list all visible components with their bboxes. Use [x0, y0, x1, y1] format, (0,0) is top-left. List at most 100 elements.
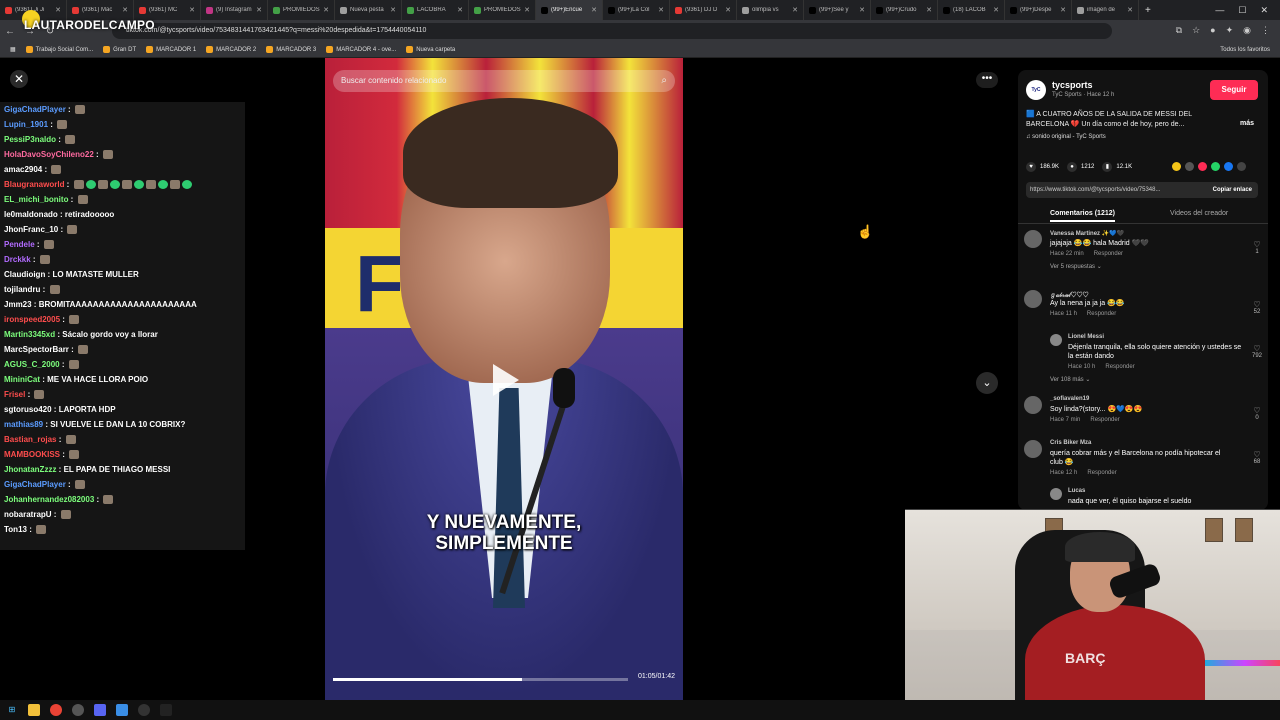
copy-link-button[interactable]: Copiar enlace	[1213, 182, 1252, 198]
chat-username[interactable]: AGUS_C_2000	[4, 360, 60, 369]
embed-icon[interactable]	[1185, 162, 1194, 171]
close-tab-icon[interactable]: ✕	[323, 6, 329, 14]
comment-author[interactable]: Lionel Messi	[1068, 334, 1104, 340]
comment-avatar[interactable]	[1024, 440, 1042, 458]
more-link[interactable]: más	[1240, 120, 1254, 127]
chat-username[interactable]: EL_michi_bonito	[4, 195, 68, 204]
app-icon[interactable]	[116, 704, 128, 716]
chat-username[interactable]: JhonFranc_10	[4, 225, 58, 234]
browser-tab[interactable]: (99+)Despe ✕	[1005, 0, 1072, 20]
comment-like-button[interactable]: ♡ 0	[1250, 406, 1264, 421]
bookmark-item[interactable]: Trabajo Social Com...	[25, 46, 93, 53]
reply-button[interactable]: Responder	[1094, 251, 1123, 257]
share-arrow-icon[interactable]	[1237, 162, 1246, 171]
browser-tab[interactable]: (99+)See y ✕	[804, 0, 871, 20]
chat-username[interactable]: GigaChadPlayer	[4, 480, 66, 489]
app-icon[interactable]	[160, 704, 172, 716]
new-tab-icon[interactable]: +	[1139, 5, 1157, 16]
chat-username[interactable]: amac2904	[4, 165, 42, 174]
chevron-down-icon[interactable]: ⌄	[976, 372, 998, 394]
extension-icon[interactable]: ●	[1210, 25, 1215, 36]
back-icon[interactable]: ←	[0, 26, 20, 37]
chat-username[interactable]: Bastian_rojas	[4, 435, 56, 444]
minimize-icon[interactable]: —	[1215, 5, 1224, 16]
chat-username[interactable]: Martin3345xd	[4, 330, 55, 339]
discord-icon[interactable]	[94, 704, 106, 716]
chat-username[interactable]: nobaratrapU	[4, 510, 52, 519]
chrome-icon[interactable]	[50, 704, 62, 716]
comment-avatar[interactable]	[1024, 230, 1042, 248]
close-icon[interactable]: ✕	[10, 70, 28, 88]
chat-username[interactable]: Blaugranaworld	[4, 180, 64, 189]
comment-author[interactable]: Vanessa Martinez ✨💙🖤	[1050, 230, 1124, 237]
video-progress-bar[interactable]	[333, 678, 628, 681]
comment-avatar[interactable]	[1024, 396, 1042, 414]
chat-username[interactable]: tojilandru	[4, 285, 40, 294]
browser-tab[interactable]: Nueva pesta ✕	[335, 0, 402, 20]
close-tab-icon[interactable]: ✕	[524, 6, 530, 14]
chat-username[interactable]: Lupin_1901	[4, 120, 48, 129]
tab-comments[interactable]: Comentarios (1212)	[1050, 210, 1115, 222]
close-tab-icon[interactable]: ✕	[457, 6, 463, 14]
comment-avatar[interactable]	[1050, 488, 1062, 500]
browser-tab[interactable]: olimpia vs ✕	[737, 0, 804, 20]
obs-icon[interactable]	[138, 704, 150, 716]
view-replies-link[interactable]: Ver 5 respuestas ⌄	[1050, 263, 1102, 270]
more-options-icon[interactable]: •••	[976, 72, 998, 88]
comment-author[interactable]: _sofiavalen19	[1050, 396, 1089, 402]
close-tab-icon[interactable]: ✕	[725, 6, 731, 14]
browser-tab[interactable]: imagen de ✕	[1072, 0, 1139, 20]
close-tab-icon[interactable]: ✕	[658, 6, 664, 14]
facebook-icon[interactable]	[1224, 162, 1233, 171]
account-name[interactable]: tycsports	[1052, 80, 1093, 90]
browser-tab[interactable]: (18) LACOB ✕	[938, 0, 1005, 20]
all-bookmarks[interactable]: Todos los favoritos	[1220, 47, 1280, 53]
save-stat[interactable]: ▮ 12.1K	[1102, 162, 1132, 172]
browser-tab[interactable]: (99+)Encue ✕	[536, 0, 603, 20]
tab-creator-videos[interactable]: Videos del creador	[1170, 210, 1228, 217]
maximize-icon[interactable]: ☐	[1238, 5, 1246, 16]
puzzle-icon[interactable]: ✦	[1226, 25, 1234, 36]
bookmark-item[interactable]: MARCADOR 1	[146, 46, 196, 53]
account-avatar[interactable]: TyC	[1026, 80, 1046, 100]
close-tab-icon[interactable]: ✕	[189, 6, 195, 14]
play-icon[interactable]	[493, 364, 519, 396]
close-tab-icon[interactable]: ✕	[792, 6, 798, 14]
chat-username[interactable]: Pendele	[4, 240, 35, 249]
video-search-input[interactable]: Buscar contenido relacionado ⌕	[333, 70, 675, 92]
bookmark-item[interactable]: MARCADOR 4 - ove...	[326, 46, 396, 53]
chat-username[interactable]: JhonatanZzzz	[4, 465, 56, 474]
chat-username[interactable]: sgtoruso420	[4, 405, 52, 414]
chat-username[interactable]: Johanhernandez082003	[4, 495, 94, 504]
close-tab-icon[interactable]: ✕	[256, 6, 262, 14]
chat-username[interactable]: MarcSpectorBarr	[4, 345, 69, 354]
browser-tab[interactable]: (99+)La Col ✕	[603, 0, 670, 20]
app-icon[interactable]	[72, 704, 84, 716]
browser-tab[interactable]: (9361) MC ✕	[134, 0, 201, 20]
chat-username[interactable]: le0maldonado	[4, 210, 58, 219]
bookmark-item[interactable]: Nueva carpeta	[406, 46, 455, 53]
close-tab-icon[interactable]: ✕	[591, 6, 597, 14]
close-tab-icon[interactable]: ✕	[859, 6, 865, 14]
comment-like-button[interactable]: ♡ 792	[1250, 344, 1264, 359]
comment-like-button[interactable]: ♡ 68	[1250, 450, 1264, 465]
chat-username[interactable]: mathias89	[4, 420, 43, 429]
menu-icon[interactable]: ⋮	[1261, 25, 1270, 36]
comment-stat[interactable]: ● 1212	[1067, 162, 1094, 172]
whatsapp-icon[interactable]	[1211, 162, 1220, 171]
like-stat[interactable]: ♥ 186.9K	[1026, 162, 1059, 172]
view-replies-link[interactable]: Ver 108 más ⌄	[1050, 376, 1090, 383]
bookmark-item[interactable]: Gran DT	[103, 46, 136, 53]
reply-button[interactable]: Responder	[1087, 311, 1116, 317]
chat-username[interactable]: PessiP3naldo	[4, 135, 56, 144]
close-tab-icon[interactable]: ✕	[1060, 6, 1066, 14]
close-tab-icon[interactable]: ✕	[122, 6, 128, 14]
bookmark-item[interactable]: MARCADOR 2	[206, 46, 256, 53]
file-explorer-icon[interactable]	[28, 704, 40, 716]
browser-tab[interactable]: PROMIEDOS ✕	[469, 0, 536, 20]
comment-author[interactable]: Cris Biker Mza	[1050, 440, 1091, 446]
comment-avatar[interactable]	[1050, 334, 1062, 346]
reply-button[interactable]: Responder	[1087, 470, 1116, 476]
chat-username[interactable]: HolaDavoSoyChileno22	[4, 150, 94, 159]
chat-username[interactable]: Frisel	[4, 390, 25, 399]
